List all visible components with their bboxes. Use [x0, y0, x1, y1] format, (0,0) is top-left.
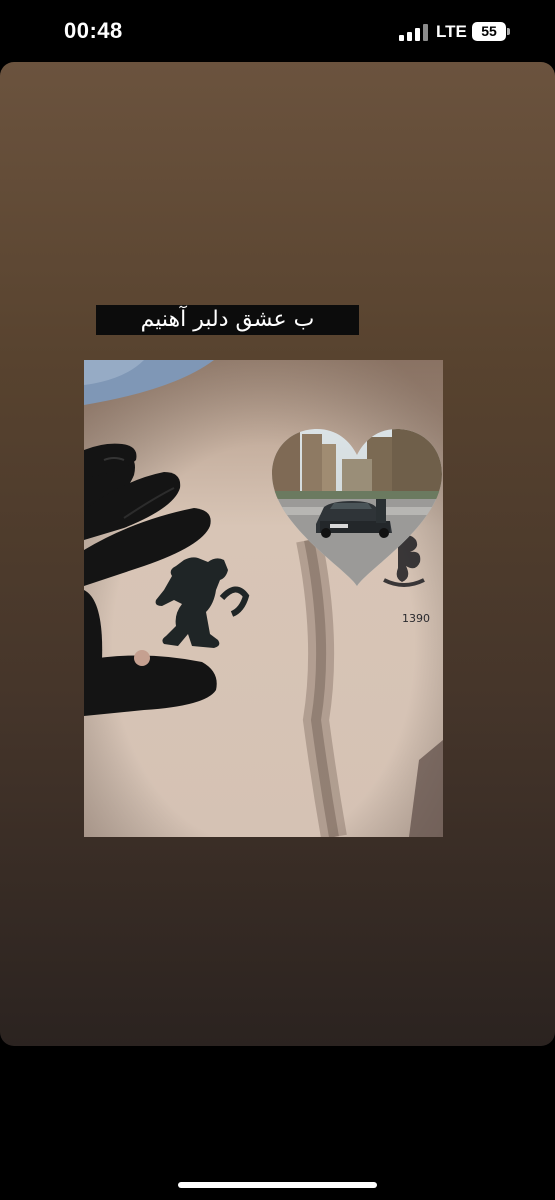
story-caption: ب عشق دلبر آهنیم	[96, 305, 359, 335]
story-card[interactable]: ب عشق دلبر آهنیم 1390	[0, 62, 555, 1046]
heart-car-inset[interactable]	[272, 429, 442, 586]
network-type: LTE	[436, 22, 467, 41]
heart-car-photo-icon	[272, 429, 442, 586]
cellular-signal-icon	[399, 24, 428, 41]
status-time: 00:48	[64, 18, 123, 43]
status-bar: 00:48 LTE 55	[0, 0, 555, 62]
svg-text:1390: 1390	[402, 612, 430, 625]
battery-icon: 55	[472, 22, 506, 41]
battery-tip	[507, 28, 510, 35]
home-indicator[interactable]	[178, 1182, 377, 1188]
